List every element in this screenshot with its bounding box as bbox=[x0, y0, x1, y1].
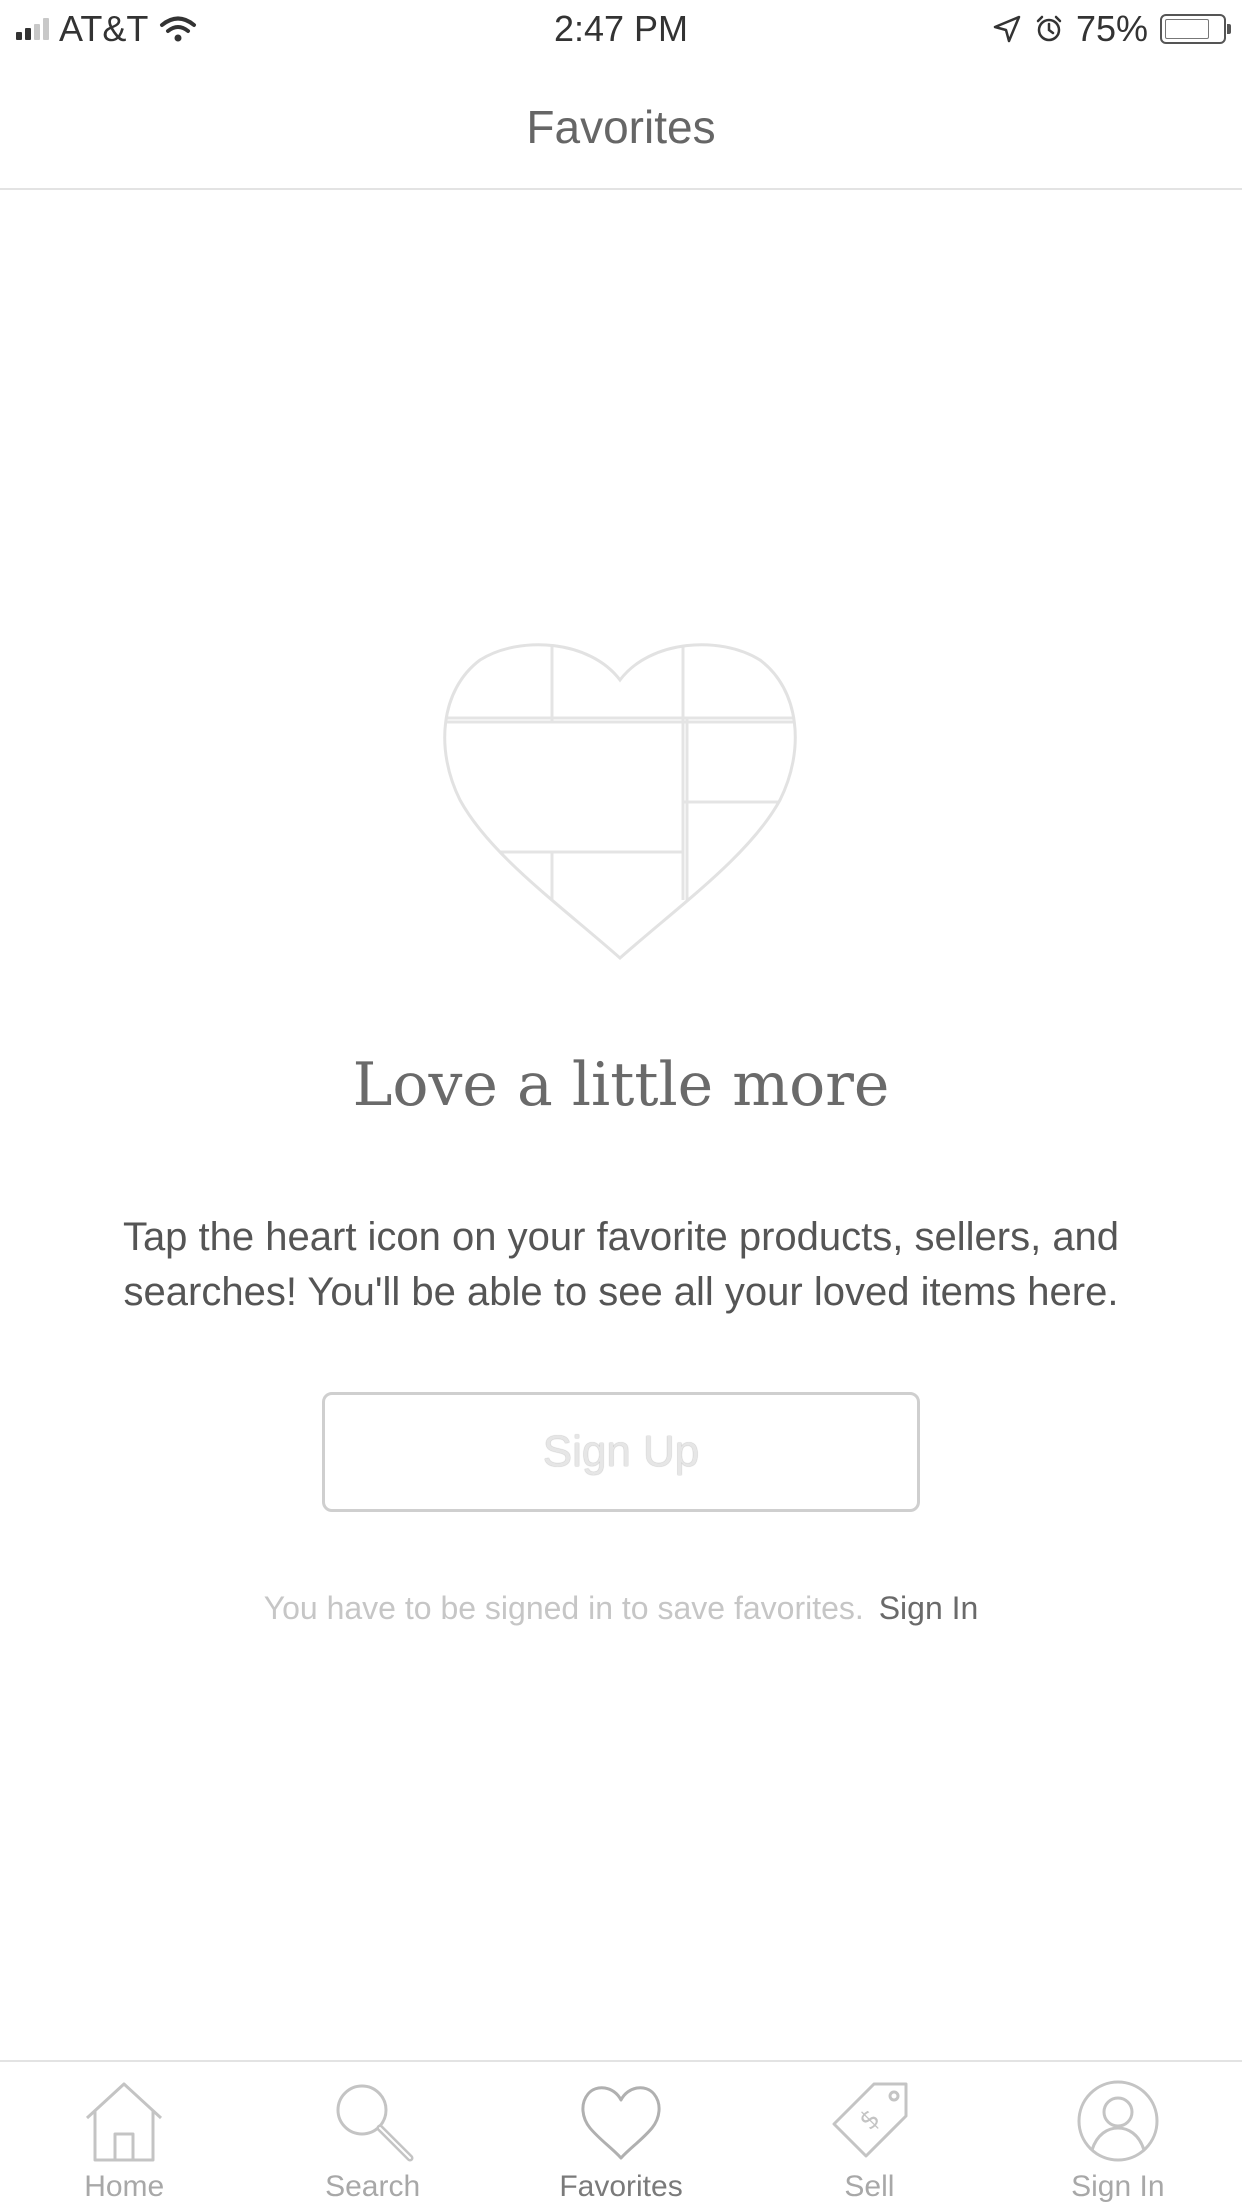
tab-sell[interactable]: $ Sell bbox=[745, 2062, 993, 2208]
tab-home-label: Home bbox=[84, 2170, 165, 2203]
tab-sell-label: Sell bbox=[844, 2170, 895, 2203]
battery-percentage: 75% bbox=[1075, 8, 1148, 49]
tab-home[interactable]: Home bbox=[0, 2062, 248, 2208]
price-tag-icon: $ bbox=[832, 2082, 908, 2158]
svg-text:$: $ bbox=[854, 2104, 887, 2137]
battery-icon bbox=[1160, 14, 1231, 44]
tab-sign-in[interactable]: Sign In bbox=[994, 2062, 1242, 2208]
signin-note-text: You have to be signed in to save favorit… bbox=[263, 1590, 864, 1626]
tab-favorites-label: Favorites bbox=[559, 2170, 683, 2203]
signin-note: You have to be signed in to save favorit… bbox=[0, 1590, 1242, 1627]
status-bar: AT&T 2:47 PM 75% bbox=[0, 0, 1242, 60]
tab-search-label: Search bbox=[325, 2170, 421, 2203]
page-title: Favorites bbox=[526, 101, 716, 153]
tab-sign-in-label: Sign In bbox=[1071, 2170, 1165, 2203]
empty-state-description: Tap the heart icon on your favorite prod… bbox=[122, 1215, 1120, 1314]
sign-in-link[interactable]: Sign In bbox=[879, 1590, 979, 1626]
battery-level bbox=[1165, 19, 1209, 39]
tab-bar: Home Search Favorites $ Sell Sign In bbox=[0, 2060, 1242, 2208]
heart-collage-icon bbox=[443, 643, 797, 960]
home-icon bbox=[86, 2082, 163, 2162]
empty-state-headline: Love a little more bbox=[352, 1050, 890, 1120]
tab-search[interactable]: Search bbox=[248, 2062, 496, 2208]
status-right: 75% bbox=[992, 8, 1231, 50]
tab-favorites[interactable]: Favorites bbox=[497, 2062, 745, 2208]
search-icon bbox=[336, 2084, 414, 2162]
user-icon bbox=[1077, 2080, 1159, 2162]
navigation-bar: Favorites bbox=[0, 60, 1242, 190]
location-arrow-icon bbox=[993, 15, 1021, 43]
alarm-icon bbox=[1036, 15, 1062, 42]
sign-up-button[interactable]: Sign Up bbox=[322, 1392, 920, 1512]
heart-icon bbox=[581, 2086, 661, 2160]
